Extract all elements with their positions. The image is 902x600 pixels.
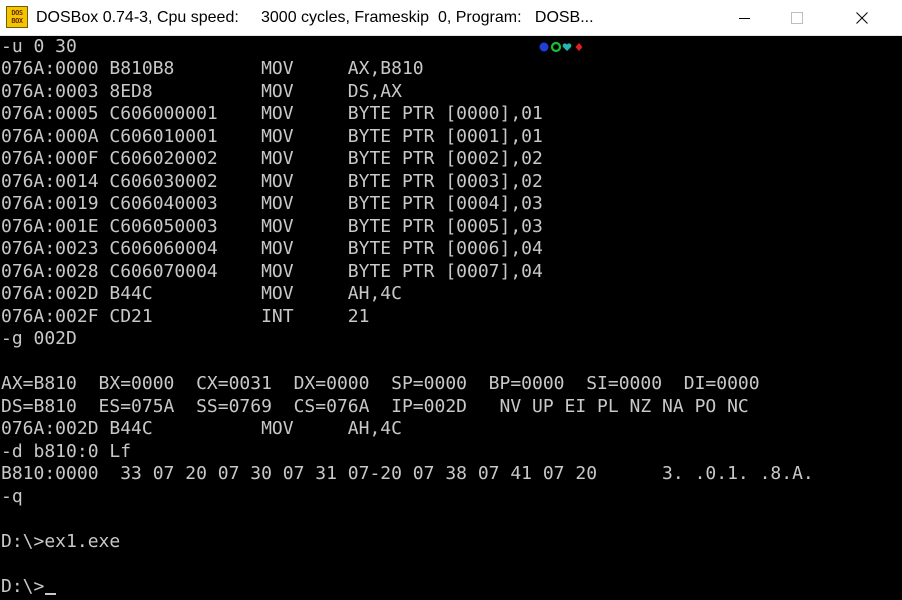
- minimize-icon: [739, 18, 750, 19]
- console-line: D:\>ex1.exe: [1, 531, 121, 552]
- prompt-text: D:\>: [1, 576, 45, 597]
- status-icons: [539, 41, 583, 53]
- register-line: AX=B810 BX=0000 CX=0031 DX=0000 SP=0000 …: [1, 373, 760, 394]
- dosbox-icon[interactable]: DOS BOX: [6, 6, 28, 28]
- console-line: 076A:001E C606050003 MOV BYTE PTR [0005]…: [1, 216, 543, 237]
- console-line: -d b810:0 Lf: [1, 441, 132, 462]
- console-line: 076A:0003 8ED8 MOV DS,AX: [1, 81, 402, 102]
- green-ring-icon: [550, 41, 562, 53]
- console-line: 076A:000A C606010001 MOV BYTE PTR [0001]…: [1, 126, 543, 147]
- icon-label-bottom: BOX: [11, 17, 23, 25]
- teal-heart-icon: [562, 43, 572, 51]
- console-line: 076A:0014 C606030002 MOV BYTE PTR [0003]…: [1, 171, 543, 192]
- title-bar[interactable]: DOS BOX DOSBox 0.74-3, Cpu speed: 3000 c…: [0, 0, 902, 36]
- minimize-button[interactable]: [722, 0, 768, 36]
- console-line: 076A:002D B44C MOV AH,4C: [1, 418, 402, 439]
- console-line: -q: [1, 486, 23, 507]
- console-line: 076A:0028 C606070004 MOV BYTE PTR [0007]…: [1, 261, 543, 282]
- prompt-line[interactable]: D:\>: [1, 576, 57, 598]
- maximize-button[interactable]: [774, 0, 820, 36]
- console-line: -g 002D: [1, 328, 77, 349]
- maximize-icon: [791, 12, 803, 24]
- red-diamond-icon: [575, 43, 583, 51]
- text-cursor: [45, 593, 57, 595]
- close-icon: [856, 12, 868, 24]
- icon-label-top: DOS: [11, 9, 23, 17]
- memory-dump-line: B810:0000 33 07 20 07 30 07 31 07-20 07 …: [1, 463, 814, 484]
- console-line: 076A:002F CD21 INT 21: [1, 306, 370, 327]
- window-title: DOSBox 0.74-3, Cpu speed: 3000 cycles, F…: [36, 9, 594, 26]
- blue-circle-icon: [539, 42, 549, 52]
- console-line: 076A:0023 C606060004 MOV BYTE PTR [0006]…: [1, 238, 543, 259]
- console-line: 076A:000F C606020002 MOV BYTE PTR [0002]…: [1, 148, 543, 169]
- close-button[interactable]: [844, 0, 890, 36]
- register-line: DS=B810 ES=075A SS=0769 CS=076A IP=002D …: [1, 396, 749, 417]
- dos-console[interactable]: -u 0 30 076A:0000 B810B8 MOV AX,B810 076…: [0, 36, 902, 600]
- console-line: 076A:0005 C606000001 MOV BYTE PTR [0000]…: [1, 103, 543, 124]
- console-line: -u 0 30: [1, 36, 77, 57]
- console-line: 076A:002D B44C MOV AH,4C: [1, 283, 402, 304]
- console-line: 076A:0019 C606040003 MOV BYTE PTR [0004]…: [1, 193, 543, 214]
- dosbox-window: DOS BOX DOSBox 0.74-3, Cpu speed: 3000 c…: [0, 0, 902, 600]
- console-line: 076A:0000 B810B8 MOV AX,B810: [1, 58, 424, 79]
